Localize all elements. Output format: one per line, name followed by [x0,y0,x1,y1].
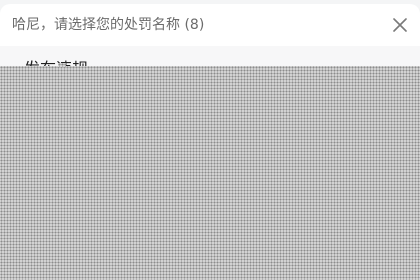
loading-overlay-edge [58,63,66,67]
loading-overlay [0,66,420,280]
close-icon [393,18,407,32]
options-list[interactable]: 发布违规 [0,46,420,280]
dialog-title: 哈尼，请选择您的处罚名称 (8) [12,17,205,33]
dialog-header: 哈尼，请选择您的处罚名称 (8) [0,4,420,46]
close-button[interactable] [390,15,410,35]
